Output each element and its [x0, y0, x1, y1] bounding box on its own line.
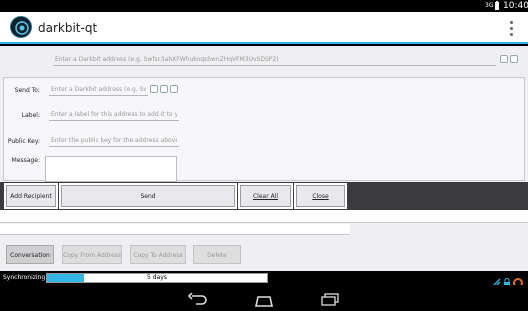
action-bar: darkbit-qt: [0, 12, 528, 44]
status-bar: 3G 10:40: [0, 0, 528, 12]
app-logo-icon: [10, 16, 32, 38]
signal-label: 3G: [485, 2, 494, 9]
message-input[interactable]: [45, 156, 177, 182]
label-input[interactable]: [49, 109, 179, 121]
public-key-input[interactable]: [49, 135, 179, 147]
copy-from-address-button[interactable]: Copy From Address: [62, 245, 122, 264]
close-button[interactable]: Close: [294, 183, 347, 209]
back-icon[interactable]: [187, 291, 208, 310]
battery-icon: [494, 0, 500, 12]
clear-all-button[interactable]: Clear All: [238, 183, 293, 209]
app-title: darkbit-qt: [38, 21, 98, 35]
send-to-label: Send To:: [14, 87, 40, 94]
address-lookup-input[interactable]: [53, 54, 496, 66]
paste-icon[interactable]: [510, 55, 518, 63]
send-button-bar: Add Recipient Send Clear All Close: [0, 182, 528, 210]
address-book-icon[interactable]: [500, 55, 508, 63]
delete-recipient-icon[interactable]: [170, 85, 178, 93]
clock: 10:40: [503, 1, 528, 11]
sync-label: Synchronizing: [3, 274, 46, 281]
send-message-page: Send To: Label: Public Key: Message: Add…: [0, 46, 528, 271]
recent-apps-icon[interactable]: [320, 291, 340, 310]
address-book-icon[interactable]: [150, 85, 158, 93]
list-header: [0, 210, 528, 223]
send-to-input[interactable]: [49, 84, 148, 96]
send-button[interactable]: Send: [59, 183, 237, 209]
delete-button[interactable]: Delete: [193, 245, 241, 264]
sync-status-bar: Synchronizing 5 days: [0, 271, 528, 288]
horizontal-scrollbar[interactable]: [0, 224, 350, 235]
sync-progress-bar: 5 days: [46, 273, 268, 283]
paste-icon[interactable]: [160, 85, 168, 93]
sync-progress-text: 5 days: [147, 274, 167, 281]
copy-to-address-button[interactable]: Copy To Address: [130, 245, 186, 264]
message-label: Message:: [11, 157, 40, 164]
public-key-label: Public Key:: [7, 138, 40, 145]
add-recipient-button[interactable]: Add Recipient: [4, 183, 58, 209]
conversation-button[interactable]: Conversation: [6, 245, 54, 264]
navigation-bar: [0, 285, 528, 310]
overflow-menu-icon[interactable]: [505, 18, 517, 38]
label-label: Label:: [21, 112, 40, 119]
home-icon[interactable]: [254, 292, 274, 311]
